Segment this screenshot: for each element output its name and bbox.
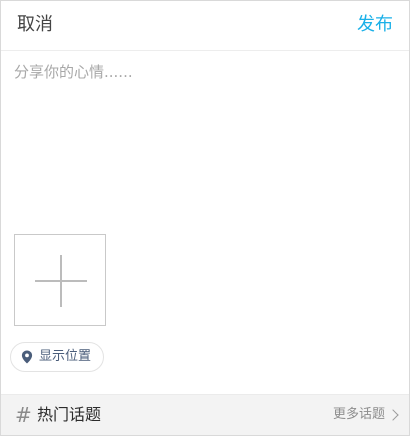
cancel-button[interactable]: 取消 xyxy=(17,13,53,37)
hot-topics-bar: # 热门话题 更多话题 xyxy=(1,394,409,435)
more-topics-label: 更多话题 xyxy=(332,407,385,422)
hot-topics-title: 热门话题 xyxy=(37,405,102,424)
map-pin-icon xyxy=(21,350,33,364)
hash-icon: # xyxy=(15,403,32,427)
show-location-label: 显示位置 xyxy=(39,349,92,364)
publish-button[interactable]: 发布 xyxy=(357,13,393,37)
mood-text-input[interactable] xyxy=(1,52,409,227)
chevron-right-icon xyxy=(387,409,399,421)
top-bar: 取消 发布 xyxy=(1,1,409,51)
plus-icon xyxy=(35,255,87,307)
compose-screen: 取消 发布 显示位置 # 热门话题 更多话题 xyxy=(0,0,410,436)
show-location-button[interactable]: 显示位置 xyxy=(10,342,105,372)
more-topics-link[interactable]: 更多话题 xyxy=(332,405,399,425)
add-photo-button[interactable] xyxy=(14,234,106,326)
